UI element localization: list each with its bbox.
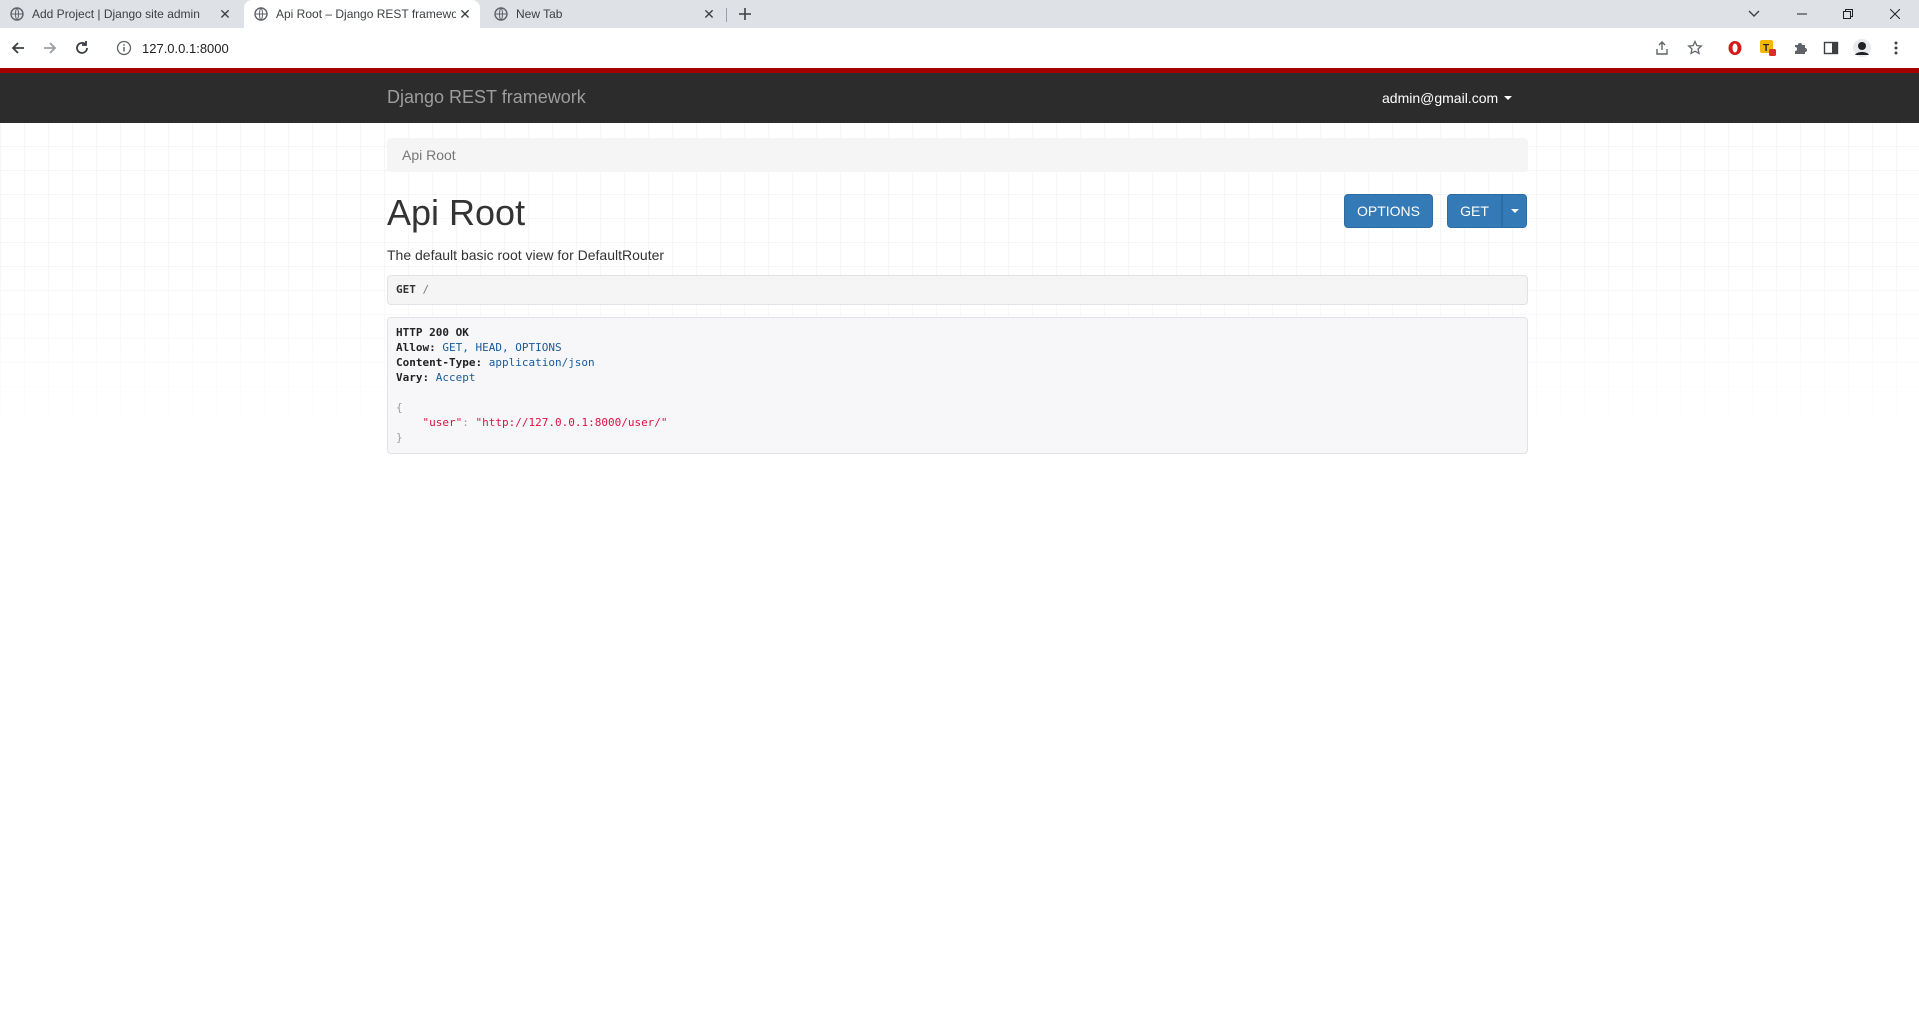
tab-separator: [726, 8, 727, 22]
get-button[interactable]: GET: [1447, 194, 1502, 228]
header-value: GET, HEAD, OPTIONS: [442, 341, 562, 354]
user-email: admin@gmail.com: [1382, 90, 1499, 106]
request-info: GET /: [387, 275, 1528, 305]
caret-down-icon: [1510, 209, 1519, 213]
json-separator: :: [462, 416, 476, 429]
json-open-brace: {: [396, 401, 403, 414]
header-key: Allow:: [396, 341, 436, 354]
header-key: Content-Type:: [396, 356, 483, 369]
close-tab-icon[interactable]: ✕: [456, 5, 474, 23]
request-method: GET: [396, 283, 416, 296]
svg-text:T: T: [1763, 43, 1769, 54]
close-tab-icon[interactable]: ✕: [700, 5, 718, 23]
header-key: Vary:: [396, 371, 430, 384]
page-title: Api Root: [387, 192, 526, 233]
globe-icon: [254, 7, 268, 21]
response-info: HTTP 200 OK Allow: GET, HEAD, OPTIONS Co…: [387, 317, 1528, 454]
close-window-icon[interactable]: [1871, 0, 1919, 28]
tab-title: New Tab: [516, 7, 563, 21]
top-navbar: Django REST framework admin@gmail.com: [0, 68, 1919, 123]
profile-avatar-icon[interactable]: [1852, 38, 1872, 58]
opera-extension-icon[interactable]: [1725, 38, 1745, 58]
breadcrumb: Api Root: [387, 138, 1528, 172]
globe-icon: [494, 7, 508, 21]
brand-link[interactable]: Django REST framework: [387, 87, 586, 108]
caret-down-icon: [1504, 96, 1513, 100]
url-text: 127.0.0.1:8000: [142, 40, 229, 56]
tab-title: Api Root – Django REST framework: [276, 7, 456, 21]
options-button[interactable]: OPTIONS: [1344, 194, 1433, 228]
json-close-brace: }: [396, 431, 403, 444]
tab-django-admin[interactable]: Add Project | Django site admin ✕: [0, 0, 240, 28]
info-icon[interactable]: [116, 40, 132, 56]
json-link-user[interactable]: "http://127.0.0.1:8000/user/": [476, 416, 668, 429]
breadcrumb-item-api-root: Api Root: [402, 147, 456, 163]
minimize-icon[interactable]: [1779, 0, 1825, 28]
translate-extension-icon[interactable]: T: [1758, 38, 1778, 58]
reload-icon[interactable]: [70, 36, 94, 60]
response-status: HTTP 200 OK: [396, 326, 469, 339]
star-icon[interactable]: [1685, 38, 1705, 58]
address-bar[interactable]: 127.0.0.1:8000: [108, 33, 1668, 63]
header-value: application/json: [488, 356, 595, 369]
extensions-puzzle-icon[interactable]: [1790, 38, 1810, 58]
tab-title: Add Project | Django site admin: [32, 7, 200, 21]
restore-icon[interactable]: [1825, 0, 1871, 28]
more-options-icon[interactable]: [1886, 38, 1906, 58]
tab-api-root[interactable]: Api Root – Django REST framework ✕: [244, 0, 480, 28]
close-tab-icon[interactable]: ✕: [216, 5, 234, 23]
user-dropdown[interactable]: admin@gmail.com: [1382, 90, 1513, 106]
forward-icon[interactable]: [38, 36, 62, 60]
browser-toolbar: 127.0.0.1:8000 T: [0, 28, 1919, 68]
globe-icon: [10, 7, 24, 21]
request-path: /: [422, 283, 430, 296]
view-description: The default basic root view for DefaultR…: [387, 247, 665, 263]
plus-icon[interactable]: [733, 3, 757, 25]
json-key-user: "user": [422, 416, 463, 429]
side-panel-icon[interactable]: [1821, 38, 1841, 58]
page-content: Django REST framework admin@gmail.com Ap…: [0, 68, 1919, 1035]
get-format-dropdown-button[interactable]: [1502, 194, 1527, 228]
share-icon[interactable]: [1652, 38, 1672, 58]
browser-tabstrip: Add Project | Django site admin ✕ Api Ro…: [0, 0, 1919, 28]
header-value: Accept: [435, 371, 476, 384]
tab-new-tab[interactable]: New Tab ✕: [484, 0, 724, 28]
tab-search-icon[interactable]: [1733, 0, 1775, 28]
back-icon[interactable]: [6, 36, 30, 60]
